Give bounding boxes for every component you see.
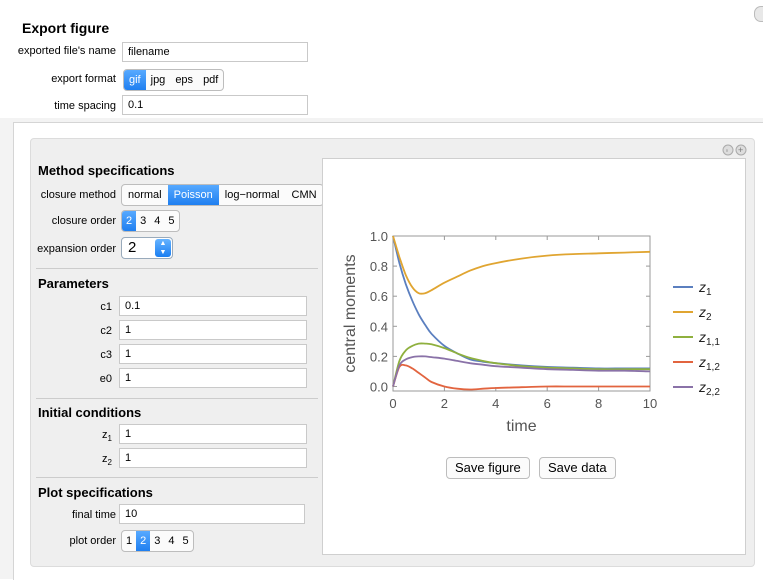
initial-title: Initial conditions	[38, 405, 142, 420]
plot-spec-title: Plot specifications	[38, 485, 153, 500]
closure-order-option[interactable]: 4	[150, 211, 164, 231]
svg-text:+: +	[738, 145, 743, 155]
x-axis-label: time	[506, 418, 536, 435]
param-label-e0: e0	[99, 373, 112, 385]
param-label-c2: c2	[100, 325, 112, 337]
y-tick-label: 0.8	[370, 259, 388, 274]
final-time-input[interactable]	[119, 504, 305, 524]
export-format-option[interactable]: jpg	[146, 70, 171, 90]
divider	[36, 268, 318, 269]
legend-entry: z1,1	[698, 329, 720, 348]
initial-input-z1[interactable]	[119, 424, 307, 444]
y-tick-label: 0.6	[370, 289, 388, 304]
export-format-option[interactable]: pdf	[198, 70, 223, 90]
plot-order-selector[interactable]: 12345	[121, 530, 194, 552]
closure-order-selector[interactable]: 2345	[121, 210, 180, 232]
method-title: Method specifications	[38, 163, 175, 178]
param-label-c1: c1	[100, 301, 112, 313]
plot-order-option[interactable]: 2	[136, 531, 151, 551]
closure-method-option[interactable]: Poisson	[167, 185, 219, 205]
x-tick-label: 8	[595, 396, 602, 411]
initial-label-z1: z1	[102, 429, 112, 443]
closure-order-option[interactable]: 5	[164, 211, 178, 231]
parameters-title: Parameters	[38, 276, 109, 291]
closure-order-label: closure order	[51, 215, 116, 227]
closure-method-label: closure method	[40, 189, 116, 201]
x-tick-label: 6	[544, 396, 551, 411]
expansion-order-value: 2	[128, 239, 137, 256]
legend-entry: z1	[698, 279, 712, 298]
y-tick-label: 0.4	[370, 319, 388, 334]
param-input-c3[interactable]	[119, 344, 307, 364]
stepper-arrows-icon[interactable]: ▲ ▼	[155, 239, 171, 257]
export-format-option[interactable]: eps	[170, 70, 198, 90]
y-axis-label: central moments	[342, 254, 359, 372]
closure-order-option[interactable]: 3	[136, 211, 150, 231]
initial-input-z2[interactable]	[119, 448, 307, 468]
plot-order-option[interactable]: 4	[164, 531, 178, 551]
param-label-c3: c3	[100, 349, 112, 361]
filename-input[interactable]	[122, 42, 308, 62]
time-spacing-input[interactable]	[122, 95, 308, 115]
series-line-z1	[392, 235, 650, 370]
export-title: Export figure	[22, 20, 110, 36]
x-tick-label: 0	[389, 396, 396, 411]
legend-entry: z1,2	[698, 354, 720, 373]
expansion-order-label: expansion order	[37, 243, 116, 255]
param-input-c1[interactable]	[119, 296, 307, 316]
export-format-selector[interactable]: gif jpg eps pdf	[123, 69, 225, 91]
y-tick-label: 0.0	[370, 379, 388, 394]
filename-label: exported file's name	[17, 45, 116, 57]
param-input-c2[interactable]	[119, 320, 307, 340]
save-data-button[interactable]: Save data	[539, 457, 616, 479]
legend-entry: z2	[698, 304, 712, 323]
plot-order-option[interactable]: 3	[150, 531, 164, 551]
plot-order-label: plot order	[69, 535, 116, 547]
plot-order-option[interactable]: 1	[122, 531, 136, 551]
panel-controls-icon[interactable]: ◦ +	[722, 144, 748, 156]
expansion-order-select[interactable]: 2 ▲ ▼	[121, 237, 173, 259]
export-format-option[interactable]: gif	[124, 70, 146, 90]
closure-order-option[interactable]: 2	[122, 211, 137, 231]
final-time-label: final time	[71, 509, 116, 521]
y-tick-label: 1.0	[370, 229, 388, 244]
y-tick-label: 0.2	[370, 349, 388, 364]
svg-text:◦: ◦	[726, 146, 729, 155]
closure-method-option[interactable]: CMN	[286, 185, 323, 205]
central-moments-chart: 0.0 0.2 0.4 0.6 0.8 1.0 0 2 4 6 8 10 time central mom…	[342, 229, 720, 435]
save-figure-button[interactable]: Save figure	[446, 457, 530, 479]
param-input-e0[interactable]	[119, 368, 307, 388]
legend-entry: z2,2	[698, 379, 720, 398]
divider	[36, 398, 318, 399]
time-spacing-label: time spacing	[54, 100, 116, 112]
export-format-label: export format	[51, 73, 116, 85]
divider	[36, 477, 318, 478]
closure-method-option[interactable]: normal	[122, 185, 168, 205]
plot-order-option[interactable]: 5	[179, 531, 193, 551]
closure-method-selector[interactable]: normal Poisson log−normal CMN	[121, 184, 324, 206]
x-tick-label: 10	[643, 396, 657, 411]
x-tick-label: 4	[492, 396, 499, 411]
series-line-z2	[392, 235, 651, 295]
initial-label-z2: z2	[102, 453, 112, 467]
panel-toggle-icon[interactable]	[754, 6, 763, 22]
x-tick-label: 2	[441, 396, 448, 411]
closure-method-option[interactable]: log−normal	[219, 185, 286, 205]
